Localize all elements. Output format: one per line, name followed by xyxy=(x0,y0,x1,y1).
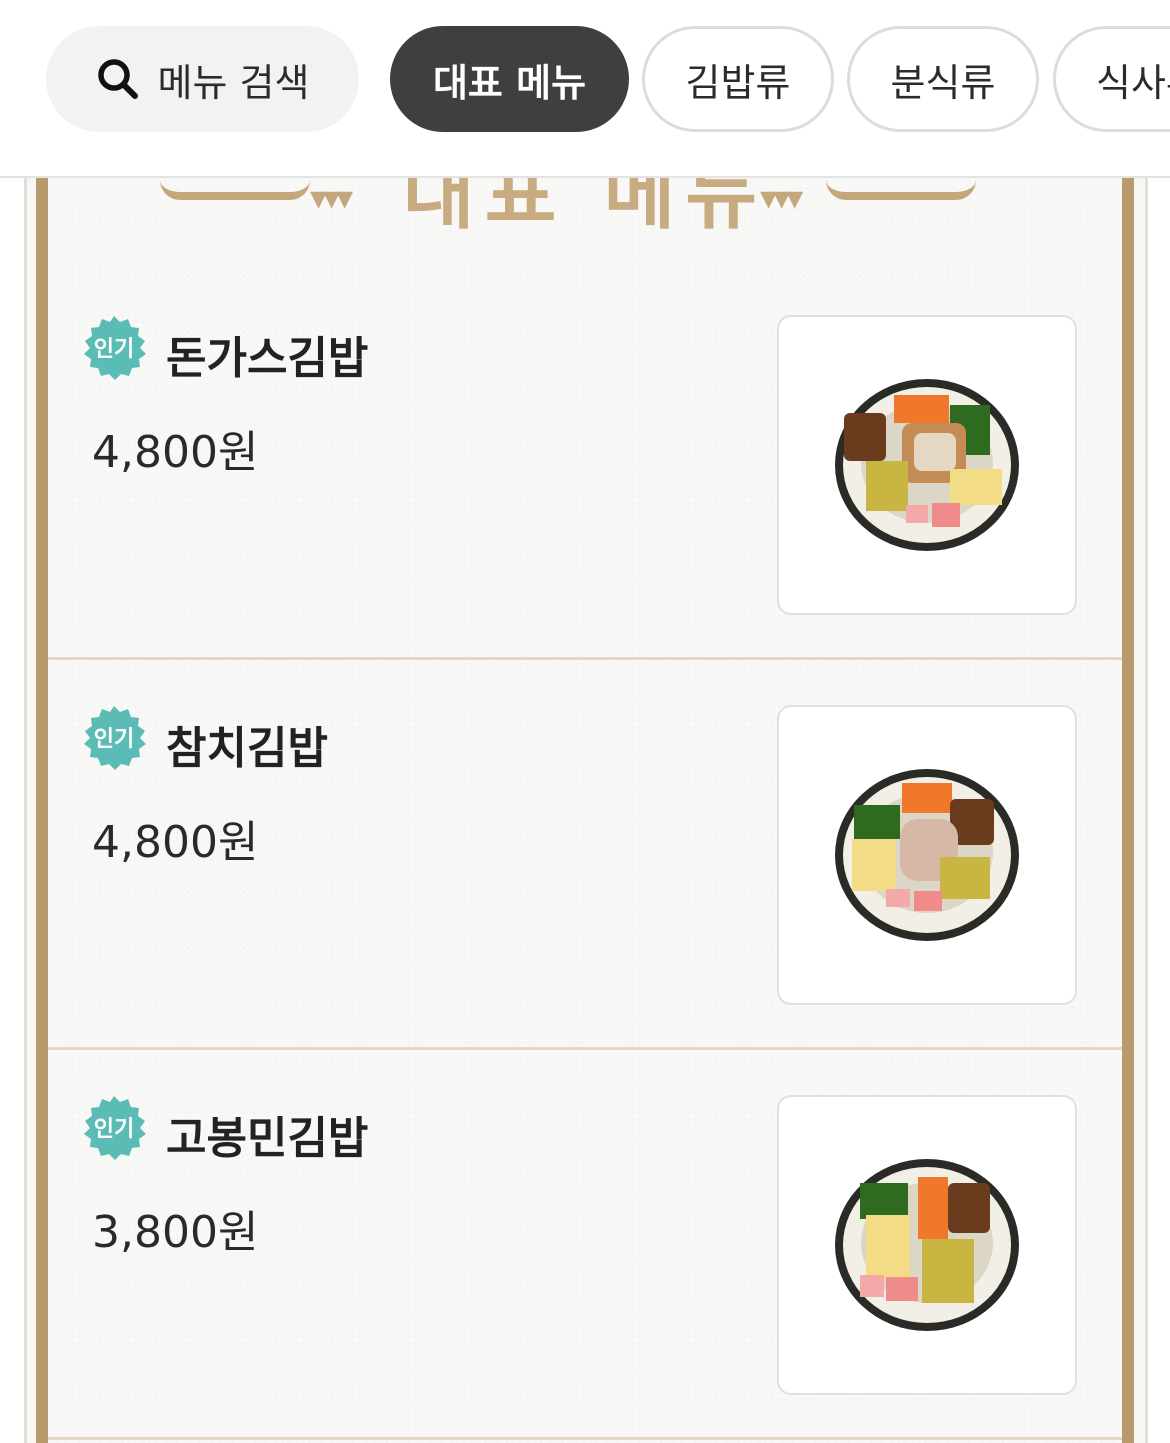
tab-kimbap[interactable]: 김밥류 xyxy=(642,26,834,132)
search-label: 메뉴 검색 xyxy=(157,60,310,105)
category-bar: 메뉴 검색 대표 메뉴 김밥류 분식류 식사류 xyxy=(0,0,1170,178)
menu-item-image[interactable] xyxy=(777,1095,1077,1395)
menu-item-image[interactable] xyxy=(777,315,1077,615)
menu-item[interactable]: 인기 고봉민김밥 3,800원 xyxy=(48,1050,1122,1440)
tab-label: 분식류 xyxy=(890,60,996,105)
menu-item-name: 돈가스김밥 xyxy=(166,333,369,384)
menu-board: ▾▾▾ ▾▾▾ 대표 메뉴 인기 돈가스김밥 4,800원 인기 참치김밥 4,… xyxy=(36,178,1134,1443)
tab-label: 김밥류 xyxy=(685,60,791,105)
menu-item-image[interactable] xyxy=(777,705,1077,1005)
menu-item[interactable]: 인기 참치김밥 4,800원 xyxy=(48,660,1122,1050)
menu-item-price: 4,800원 xyxy=(92,427,259,478)
tab-label: 식사류 xyxy=(1096,60,1170,105)
tab-representative-menu[interactable]: 대표 메뉴 xyxy=(390,26,629,132)
search-icon xyxy=(97,59,138,99)
tab-label: 대표 메뉴 xyxy=(432,60,587,105)
popular-badge: 인기 xyxy=(80,1096,148,1164)
badge-label: 인기 xyxy=(93,337,135,362)
popular-badge: 인기 xyxy=(80,706,148,774)
menu-item[interactable]: 인기 돈가스김밥 4,800원 xyxy=(48,270,1122,660)
badge-label: 인기 xyxy=(93,1117,135,1142)
tab-snacks[interactable]: 분식류 xyxy=(847,26,1039,132)
tab-meals[interactable]: 식사류 xyxy=(1053,26,1170,132)
gobongmin-kimbap-photo xyxy=(835,1159,1019,1331)
menu-item-price: 4,800원 xyxy=(92,817,259,868)
menu-item-price: 3,800원 xyxy=(92,1207,259,1258)
popular-badge: 인기 xyxy=(80,316,148,384)
tuna-kimbap-photo xyxy=(835,769,1019,941)
menu-item-name: 참치김밥 xyxy=(166,723,328,774)
badge-label: 인기 xyxy=(93,727,135,752)
menu-search-button[interactable]: 메뉴 검색 xyxy=(46,26,359,132)
donkatsu-kimbap-photo xyxy=(835,379,1019,551)
section-title: 대표 메뉴 xyxy=(402,178,768,240)
section-header: ▾▾▾ ▾▾▾ 대표 메뉴 xyxy=(48,178,1122,240)
menu-item-name: 고봉민김밥 xyxy=(166,1113,369,1164)
